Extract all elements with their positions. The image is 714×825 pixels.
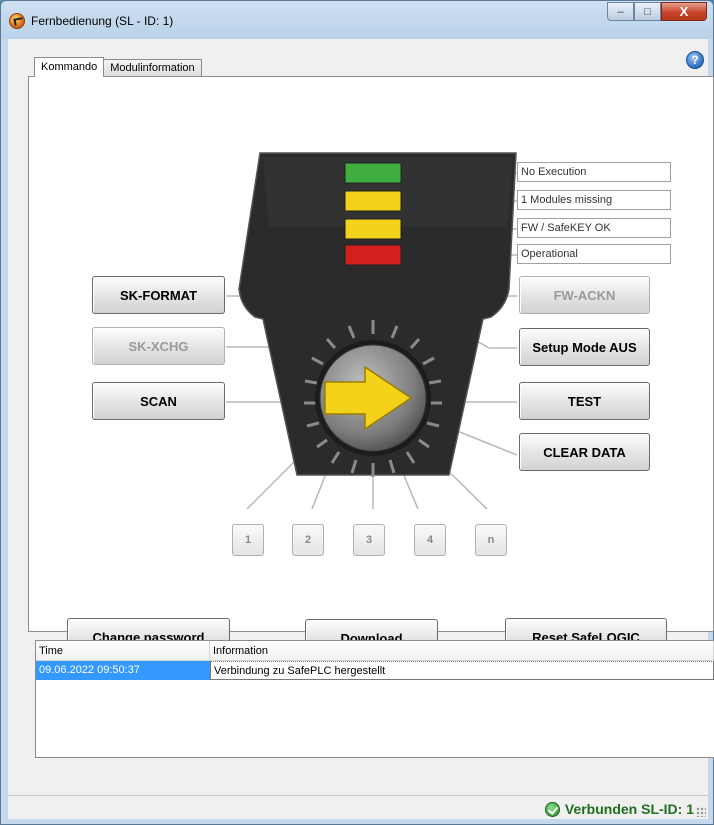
clear-data-button[interactable]: CLEAR DATA bbox=[519, 433, 650, 471]
app-icon bbox=[9, 13, 25, 29]
app-window: Fernbedienung (SL - ID: 1) – □ X ? Komma… bbox=[0, 0, 714, 825]
led-red bbox=[344, 244, 402, 266]
kommando-panel: No Execution 1 Modules missing FW / Safe… bbox=[28, 76, 714, 657]
minimize-button[interactable]: – bbox=[607, 2, 634, 21]
led-yellow-2 bbox=[344, 218, 402, 240]
column-header-time[interactable]: Time bbox=[36, 641, 210, 660]
tab-modulinformation[interactable]: Modulinformation bbox=[103, 59, 202, 77]
tab-kommando[interactable]: Kommando bbox=[34, 57, 105, 77]
led-green bbox=[344, 162, 402, 184]
log-header: Time Information bbox=[36, 641, 714, 661]
help-icon[interactable]: ? bbox=[686, 51, 704, 69]
title-bar[interactable]: Fernbedienung (SL - ID: 1) – □ X bbox=[1, 1, 713, 39]
status-modules-missing: 1 Modules missing bbox=[517, 190, 671, 210]
test-button[interactable]: TEST bbox=[519, 382, 650, 420]
maximize-button[interactable]: □ bbox=[634, 2, 661, 21]
step-button-1[interactable]: 1 bbox=[232, 524, 264, 556]
close-button[interactable]: X bbox=[661, 2, 707, 21]
client-area: ? Kommando Modulinformation No Execution… bbox=[8, 39, 714, 819]
scan-button[interactable]: SCAN bbox=[92, 382, 225, 420]
resize-grip-icon[interactable] bbox=[696, 807, 706, 817]
status-bar: Verbunden SL-ID: 1 bbox=[8, 795, 708, 819]
table-row[interactable]: 09.06.2022 09:50:37 Verbindung zu SafePL… bbox=[36, 661, 714, 680]
column-header-information[interactable]: Information bbox=[210, 641, 714, 660]
log-info-cell: Verbindung zu SafePLC hergestellt bbox=[210, 661, 714, 680]
connection-label: Verbunden SL-ID: 1 bbox=[564, 801, 694, 817]
tab-strip: Kommando Modulinformation bbox=[34, 57, 202, 77]
event-log-table[interactable]: Time Information 09.06.2022 09:50:37 Ver… bbox=[35, 640, 714, 758]
status-fw-safekey: FW / SafeKEY OK bbox=[517, 218, 671, 238]
setup-mode-aus-button[interactable]: Setup Mode AUS bbox=[519, 328, 650, 366]
status-operational: Operational bbox=[517, 244, 671, 264]
step-button-2[interactable]: 2 bbox=[292, 524, 324, 556]
step-button-n[interactable]: n bbox=[475, 524, 507, 556]
sk-xchg-button[interactable]: SK-XCHG bbox=[92, 327, 225, 365]
window-controls: – □ X bbox=[607, 2, 707, 21]
led-yellow-1 bbox=[344, 190, 402, 212]
step-button-4[interactable]: 4 bbox=[414, 524, 446, 556]
window-title: Fernbedienung (SL - ID: 1) bbox=[31, 14, 174, 28]
status-no-execution: No Execution bbox=[517, 162, 671, 182]
connection-status: Verbunden SL-ID: 1 bbox=[544, 801, 694, 817]
step-button-3[interactable]: 3 bbox=[353, 524, 385, 556]
checkmark-icon bbox=[544, 801, 560, 817]
fw-ackn-button[interactable]: FW-ACKN bbox=[519, 276, 650, 314]
sk-format-button[interactable]: SK-FORMAT bbox=[92, 276, 225, 314]
log-time-cell: 09.06.2022 09:50:37 bbox=[36, 661, 210, 680]
